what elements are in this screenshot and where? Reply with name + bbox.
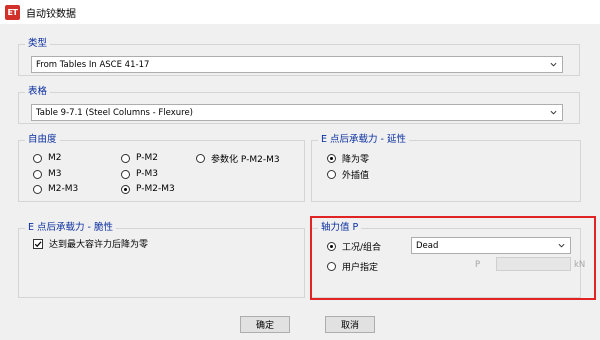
checkbox-box <box>33 238 43 249</box>
cancel-button[interactable]: 取消 <box>325 316 375 333</box>
brittle-group: E 点后承载力 - 脆性 达到最大容许力后降为零 <box>18 221 305 298</box>
dof-option-label: P-M2-M3 <box>136 184 175 194</box>
window-title: 自动铰数据 <box>26 8 76 20</box>
type-group: 类型 From Tables In ASCE 41-17 <box>18 37 580 76</box>
type-dropdown[interactable]: From Tables In ASCE 41-17 <box>31 56 563 73</box>
title-bar: ET 自动铰数据 <box>0 0 600 24</box>
table-dropdown-value: Table 9-7.1 (Steel Columns - Flexure) <box>36 107 193 118</box>
dof-option-label: M2 <box>48 153 62 163</box>
ductile-option-label: 降为零 <box>342 154 370 165</box>
dof-option-p-m2[interactable]: P-M2 <box>121 152 158 164</box>
dialog-window: ET 自动铰数据 类型 From Tables In ASCE 41-17 表格… <box>0 0 600 340</box>
dof-option-m3[interactable]: M3 <box>33 168 62 180</box>
brittle-group-label: E 点后承载力 - 脆性 <box>25 221 116 235</box>
table-group-label: 表格 <box>25 85 51 99</box>
table-group: 表格 Table 9-7.1 (Steel Columns - Flexure) <box>18 85 580 124</box>
dof-option-label: M3 <box>48 169 62 179</box>
type-dropdown-value: From Tables In ASCE 41-17 <box>36 59 150 70</box>
radio-circle <box>327 169 336 179</box>
checkmark-icon <box>34 240 42 247</box>
dof-group-label: 自由度 <box>25 133 60 147</box>
brittle-drop-to-zero-checkbox[interactable]: 达到最大容许力后降为零 <box>33 237 148 250</box>
highlight-frame <box>310 216 596 300</box>
radio-circle <box>327 153 336 163</box>
dof-option-m2-m3[interactable]: M2-M3 <box>33 183 78 195</box>
ductile-option-extrapolate[interactable]: 外插值 <box>327 168 370 181</box>
app-logo-icon: ET <box>5 4 20 20</box>
dof-option-label: M2-M3 <box>48 184 79 194</box>
dof-option-label: P-M2 <box>136 153 158 163</box>
type-group-label: 类型 <box>25 37 51 51</box>
dof-option-m2[interactable]: M2 <box>33 152 62 164</box>
chevron-down-icon <box>550 62 557 67</box>
radio-circle <box>121 184 130 194</box>
radio-circle <box>121 169 130 179</box>
table-dropdown[interactable]: Table 9-7.1 (Steel Columns - Flexure) <box>31 104 563 121</box>
ductile-group-label: E 点后承载力 - 延性 <box>318 133 409 147</box>
radio-circle <box>196 153 205 163</box>
radio-circle <box>33 169 42 179</box>
radio-circle <box>121 153 130 163</box>
ductile-option-label: 外插值 <box>342 170 370 181</box>
dof-option-label: P-M3 <box>136 169 158 179</box>
dof-option-p-m2-m3[interactable]: P-M2-M3 <box>121 183 175 195</box>
ok-button[interactable]: 确定 <box>240 316 290 333</box>
brittle-checkbox-label: 达到最大容许力后降为零 <box>49 240 149 250</box>
chevron-down-icon <box>550 110 557 115</box>
dof-option-parametric-p-m2-m3[interactable]: 参数化 P-M2-M3 <box>196 152 280 165</box>
radio-circle <box>33 153 42 163</box>
dof-option-p-m3[interactable]: P-M3 <box>121 168 158 180</box>
ductile-group: E 点后承载力 - 延性 降为零 外插值 <box>311 133 581 202</box>
dof-group: 自由度 M2 M3 M2-M3 P-M2 P-M3 P-M2-M3 参数化 P-… <box>18 133 305 202</box>
dof-option-label: 参数化 P-M2-M3 <box>211 154 280 165</box>
radio-circle <box>33 184 42 194</box>
ductile-option-drop-to-zero[interactable]: 降为零 <box>327 152 370 165</box>
